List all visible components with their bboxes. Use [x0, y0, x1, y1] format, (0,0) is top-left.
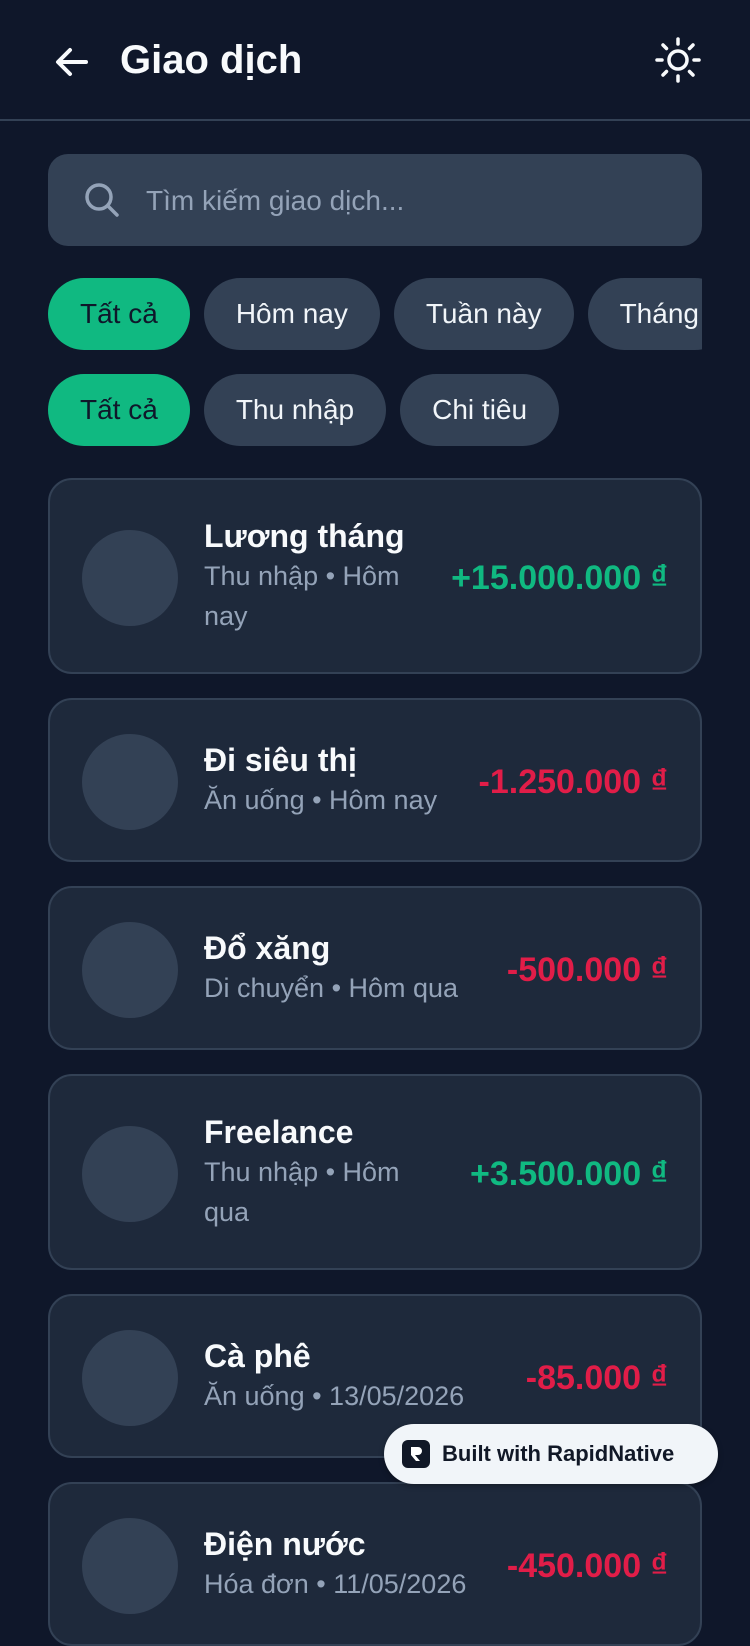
- badge-label: Built with RapidNative: [442, 1441, 675, 1466]
- transaction-meta: Thu nhập • Hôm qua: [204, 1157, 400, 1227]
- transaction-info: Đi siêu thị Ăn uống • Hôm nay: [204, 740, 438, 820]
- transaction-card[interactable]: Đi siêu thị Ăn uống • Hôm nay -1.250.000…: [48, 698, 702, 862]
- transaction-meta: Ăn uống • 13/05/2026: [204, 1381, 465, 1411]
- page-title: Giao dịch: [120, 38, 303, 82]
- transaction-amount: -450.000 ₫: [506, 1547, 668, 1585]
- transaction-info: Freelance Thu nhập • Hôm qua: [204, 1112, 434, 1232]
- transaction-meta: Ăn uống • Hôm nay: [204, 785, 438, 815]
- search-bar[interactable]: [48, 154, 702, 248]
- transaction-name: Đổ xăng: [204, 930, 331, 966]
- back-button[interactable]: [44, 34, 100, 90]
- chip-type-expense[interactable]: Chi tiêu: [400, 374, 560, 446]
- category-avatar: [82, 922, 178, 1018]
- transaction-meta: Thu nhập • Hôm nay: [204, 561, 400, 631]
- chip-period-month[interactable]: Tháng: [587, 278, 702, 350]
- transaction-card[interactable]: Lương tháng Thu nhập • Hôm nay +15.000.0…: [48, 478, 702, 674]
- transaction-amount: +3.500.000 ₫: [469, 1155, 668, 1193]
- category-avatar: [82, 530, 178, 626]
- transaction-meta: Hóa đơn • 11/05/2026: [204, 1569, 467, 1599]
- transaction-name: Điện nước: [204, 1526, 366, 1562]
- transaction-name: Đi siêu thị: [204, 742, 357, 778]
- built-with-badge[interactable]: Built with RapidNative: [384, 1424, 718, 1484]
- transaction-amount: -500.000 ₫: [506, 951, 668, 989]
- transaction-info: Điện nước Hóa đơn • 11/05/2026: [204, 1524, 467, 1604]
- transaction-meta: Di chuyển • Hôm qua: [204, 973, 459, 1003]
- transaction-card[interactable]: Freelance Thu nhập • Hôm qua +3.500.000 …: [48, 1074, 702, 1270]
- transaction-name: Lương tháng: [204, 518, 405, 554]
- transaction-amount: -85.000 ₫: [525, 1359, 668, 1397]
- search-input[interactable]: [144, 154, 678, 248]
- category-avatar: [82, 1126, 178, 1222]
- chip-period-week[interactable]: Tuần này: [393, 278, 574, 350]
- sun-icon: [655, 37, 701, 83]
- transaction-amount: -1.250.000 ₫: [478, 763, 668, 801]
- app-header: Giao dịch: [0, 0, 750, 121]
- search-icon: [85, 183, 119, 217]
- theme-toggle-button[interactable]: [650, 32, 706, 88]
- transaction-card[interactable]: Điện nước Hóa đơn • 11/05/2026 -450.000 …: [48, 1482, 702, 1646]
- transaction-name: Cà phê: [204, 1338, 311, 1374]
- category-avatar: [82, 1518, 178, 1614]
- chip-period-all[interactable]: Tất cả: [48, 278, 190, 350]
- transaction-info: Lương tháng Thu nhập • Hôm nay: [204, 516, 434, 636]
- period-filter-row: Tất cả Hôm nay Tuần này Tháng: [48, 278, 702, 350]
- transaction-card[interactable]: Đổ xăng Di chuyển • Hôm qua -500.000 ₫: [48, 886, 702, 1050]
- chip-period-today[interactable]: Hôm nay: [203, 278, 380, 350]
- transaction-info: Đổ xăng Di chuyển • Hôm qua: [204, 928, 459, 1008]
- transaction-name: Freelance: [204, 1114, 354, 1150]
- arrow-left-icon: [56, 48, 88, 76]
- rapidnative-logo-icon: [402, 1440, 430, 1468]
- transaction-amount: +15.000.000 ₫: [451, 559, 668, 597]
- type-filter-row: Tất cả Thu nhập Chi tiêu: [48, 374, 702, 446]
- category-avatar: [82, 734, 178, 830]
- chip-type-income[interactable]: Thu nhập: [203, 374, 387, 446]
- chip-type-all[interactable]: Tất cả: [48, 374, 190, 446]
- category-avatar: [82, 1330, 178, 1426]
- transaction-info: Cà phê Ăn uống • 13/05/2026: [204, 1336, 465, 1416]
